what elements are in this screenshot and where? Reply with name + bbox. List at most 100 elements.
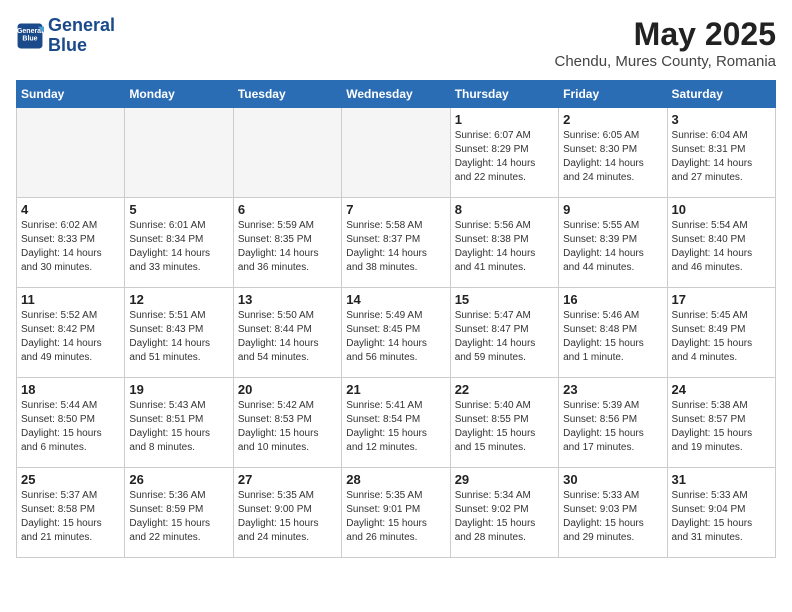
day-number: 6 bbox=[238, 202, 337, 217]
day-info: Sunrise: 6:04 AM Sunset: 8:31 PM Dayligh… bbox=[672, 129, 771, 185]
svg-text:Blue: Blue bbox=[22, 35, 37, 42]
weekday-header-sunday: Sunday bbox=[17, 81, 125, 108]
svg-text:General: General bbox=[17, 28, 43, 35]
day-number: 15 bbox=[455, 292, 554, 307]
day-number: 13 bbox=[238, 292, 337, 307]
day-info: Sunrise: 5:50 AM Sunset: 8:44 PM Dayligh… bbox=[238, 309, 337, 365]
title-area: May 2025 Chendu, Mures County, Romania bbox=[555, 16, 777, 70]
day-number: 26 bbox=[129, 472, 228, 487]
calendar-cell: 15 Sunrise: 5:47 AM Sunset: 8:47 PM Dayli… bbox=[450, 288, 558, 378]
day-number: 12 bbox=[129, 292, 228, 307]
calendar-cell bbox=[233, 108, 341, 198]
calendar-cell: 20 Sunrise: 5:42 AM Sunset: 8:53 PM Dayli… bbox=[233, 378, 341, 468]
month-title: May 2025 bbox=[555, 16, 777, 53]
day-number: 23 bbox=[563, 382, 662, 397]
day-info: Sunrise: 5:33 AM Sunset: 9:03 PM Dayligh… bbox=[563, 489, 662, 545]
logo: General Blue General Blue bbox=[16, 16, 115, 56]
weekday-header-tuesday: Tuesday bbox=[233, 81, 341, 108]
day-info: Sunrise: 5:45 AM Sunset: 8:49 PM Dayligh… bbox=[672, 309, 771, 365]
day-info: Sunrise: 5:34 AM Sunset: 9:02 PM Dayligh… bbox=[455, 489, 554, 545]
calendar-cell: 9Sunrise: 5:55 AM Sunset: 8:39 PM Daylig… bbox=[559, 198, 667, 288]
day-info: Sunrise: 5:52 AM Sunset: 8:42 PM Dayligh… bbox=[21, 309, 120, 365]
day-info: Sunrise: 5:42 AM Sunset: 8:53 PM Dayligh… bbox=[238, 399, 337, 455]
calendar-cell: 30 Sunrise: 5:33 AM Sunset: 9:03 PM Dayli… bbox=[559, 468, 667, 558]
calendar-cell: 23 Sunrise: 5:39 AM Sunset: 8:56 PM Dayli… bbox=[559, 378, 667, 468]
day-info: Sunrise: 5:49 AM Sunset: 8:45 PM Dayligh… bbox=[346, 309, 445, 365]
day-info: Sunrise: 5:55 AM Sunset: 8:39 PM Dayligh… bbox=[563, 219, 662, 275]
day-info: Sunrise: 6:07 AM Sunset: 8:29 PM Dayligh… bbox=[455, 129, 554, 185]
day-info: Sunrise: 5:33 AM Sunset: 9:04 PM Dayligh… bbox=[672, 489, 771, 545]
calendar-cell: 27 Sunrise: 5:35 AM Sunset: 9:00 PM Dayli… bbox=[233, 468, 341, 558]
calendar-cell: 16 Sunrise: 5:46 AM Sunset: 8:48 PM Dayli… bbox=[559, 288, 667, 378]
day-info: Sunrise: 5:36 AM Sunset: 8:59 PM Dayligh… bbox=[129, 489, 228, 545]
calendar-cell: 22 Sunrise: 5:40 AM Sunset: 8:55 PM Dayli… bbox=[450, 378, 558, 468]
calendar-cell: 4Sunrise: 6:02 AM Sunset: 8:33 PM Daylig… bbox=[17, 198, 125, 288]
calendar-cell: 12 Sunrise: 5:51 AM Sunset: 8:43 PM Dayli… bbox=[125, 288, 233, 378]
day-number: 17 bbox=[672, 292, 771, 307]
day-info: Sunrise: 5:44 AM Sunset: 8:50 PM Dayligh… bbox=[21, 399, 120, 455]
calendar-cell: 13 Sunrise: 5:50 AM Sunset: 8:44 PM Dayli… bbox=[233, 288, 341, 378]
calendar-cell: 25Sunrise: 5:37 AM Sunset: 8:58 PM Dayli… bbox=[17, 468, 125, 558]
calendar-cell: 3 Sunrise: 6:04 AM Sunset: 8:31 PM Daylig… bbox=[667, 108, 775, 198]
calendar-table: SundayMondayTuesdayWednesdayThursdayFrid… bbox=[16, 80, 776, 558]
day-number: 8 bbox=[455, 202, 554, 217]
logo-text: General Blue bbox=[48, 16, 115, 56]
day-number: 29 bbox=[455, 472, 554, 487]
day-info: Sunrise: 5:35 AM Sunset: 9:00 PM Dayligh… bbox=[238, 489, 337, 545]
calendar-cell: 29 Sunrise: 5:34 AM Sunset: 9:02 PM Dayli… bbox=[450, 468, 558, 558]
day-number: 27 bbox=[238, 472, 337, 487]
day-number: 31 bbox=[672, 472, 771, 487]
day-number: 20 bbox=[238, 382, 337, 397]
day-info: Sunrise: 5:54 AM Sunset: 8:40 PM Dayligh… bbox=[672, 219, 771, 275]
calendar-cell: 31 Sunrise: 5:33 AM Sunset: 9:04 PM Dayli… bbox=[667, 468, 775, 558]
day-number: 14 bbox=[346, 292, 445, 307]
day-number: 18 bbox=[21, 382, 120, 397]
day-number: 24 bbox=[672, 382, 771, 397]
day-info: Sunrise: 5:39 AM Sunset: 8:56 PM Dayligh… bbox=[563, 399, 662, 455]
weekday-header-friday: Friday bbox=[559, 81, 667, 108]
calendar-cell: 17 Sunrise: 5:45 AM Sunset: 8:49 PM Dayli… bbox=[667, 288, 775, 378]
day-info: Sunrise: 5:51 AM Sunset: 8:43 PM Dayligh… bbox=[129, 309, 228, 365]
day-number: 22 bbox=[455, 382, 554, 397]
weekday-header-row: SundayMondayTuesdayWednesdayThursdayFrid… bbox=[17, 81, 776, 108]
location-title: Chendu, Mures County, Romania bbox=[555, 53, 777, 70]
day-number: 16 bbox=[563, 292, 662, 307]
day-info: Sunrise: 5:41 AM Sunset: 8:54 PM Dayligh… bbox=[346, 399, 445, 455]
day-number: 4 bbox=[21, 202, 120, 217]
day-info: Sunrise: 5:37 AM Sunset: 8:58 PM Dayligh… bbox=[21, 489, 120, 545]
day-info: Sunrise: 5:56 AM Sunset: 8:38 PM Dayligh… bbox=[455, 219, 554, 275]
day-info: Sunrise: 5:38 AM Sunset: 8:57 PM Dayligh… bbox=[672, 399, 771, 455]
day-number: 7 bbox=[346, 202, 445, 217]
calendar-cell: 6 Sunrise: 5:59 AM Sunset: 8:35 PM Daylig… bbox=[233, 198, 341, 288]
day-info: Sunrise: 6:05 AM Sunset: 8:30 PM Dayligh… bbox=[563, 129, 662, 185]
weekday-header-saturday: Saturday bbox=[667, 81, 775, 108]
header: General Blue General Blue May 2025 Chend… bbox=[16, 16, 776, 70]
day-number: 10 bbox=[672, 202, 771, 217]
day-number: 19 bbox=[129, 382, 228, 397]
day-info: Sunrise: 5:40 AM Sunset: 8:55 PM Dayligh… bbox=[455, 399, 554, 455]
calendar-cell: 5Sunrise: 6:01 AM Sunset: 8:34 PM Daylig… bbox=[125, 198, 233, 288]
calendar-cell: 21Sunrise: 5:41 AM Sunset: 8:54 PM Dayli… bbox=[342, 378, 450, 468]
day-info: Sunrise: 5:43 AM Sunset: 8:51 PM Dayligh… bbox=[129, 399, 228, 455]
day-number: 3 bbox=[672, 112, 771, 127]
day-number: 28 bbox=[346, 472, 445, 487]
calendar-cell: 11Sunrise: 5:52 AM Sunset: 8:42 PM Dayli… bbox=[17, 288, 125, 378]
day-info: Sunrise: 5:47 AM Sunset: 8:47 PM Dayligh… bbox=[455, 309, 554, 365]
calendar-cell: 19 Sunrise: 5:43 AM Sunset: 8:51 PM Dayli… bbox=[125, 378, 233, 468]
calendar-cell bbox=[342, 108, 450, 198]
day-number: 5 bbox=[129, 202, 228, 217]
day-info: Sunrise: 5:46 AM Sunset: 8:48 PM Dayligh… bbox=[563, 309, 662, 365]
day-number: 30 bbox=[563, 472, 662, 487]
weekday-header-thursday: Thursday bbox=[450, 81, 558, 108]
day-info: Sunrise: 5:58 AM Sunset: 8:37 PM Dayligh… bbox=[346, 219, 445, 275]
calendar-cell: 28Sunrise: 5:35 AM Sunset: 9:01 PM Dayli… bbox=[342, 468, 450, 558]
calendar-cell: 24 Sunrise: 5:38 AM Sunset: 8:57 PM Dayli… bbox=[667, 378, 775, 468]
weekday-header-monday: Monday bbox=[125, 81, 233, 108]
calendar-cell bbox=[125, 108, 233, 198]
calendar-cell bbox=[17, 108, 125, 198]
day-info: Sunrise: 5:59 AM Sunset: 8:35 PM Dayligh… bbox=[238, 219, 337, 275]
calendar-cell: 2 Sunrise: 6:05 AM Sunset: 8:30 PM Daylig… bbox=[559, 108, 667, 198]
calendar-cell: 10 Sunrise: 5:54 AM Sunset: 8:40 PM Dayli… bbox=[667, 198, 775, 288]
day-number: 2 bbox=[563, 112, 662, 127]
logo-icon: General Blue bbox=[16, 22, 44, 50]
